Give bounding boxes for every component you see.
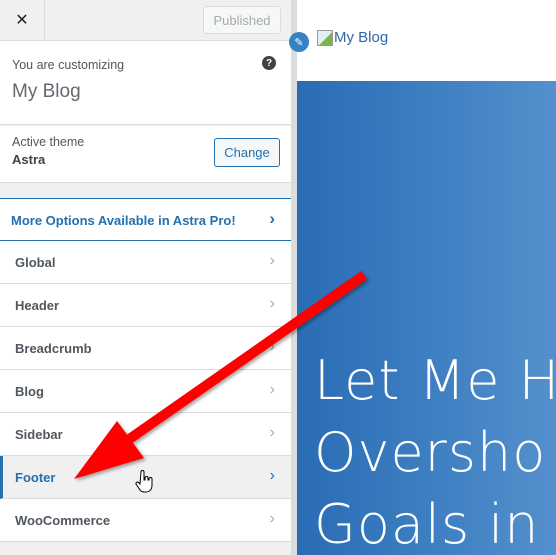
active-theme-section: Active theme Astra Change [0,126,291,183]
customizer-window: ✕ Published You are customizing My Blog … [0,0,556,555]
section-item-label: Sidebar [15,427,63,442]
section-item-label: Footer [15,470,56,485]
active-theme-label: Active theme [12,135,85,149]
chevron-right-icon: › [269,510,275,527]
section-item-woocommerce[interactable]: WooCommerce › [0,499,291,542]
hand-pointer-cursor-icon [135,470,153,493]
broken-image-icon [317,29,333,46]
section-item-blog[interactable]: Blog › [0,370,291,413]
hero-heading-line: Oversho [314,421,547,484]
astra-pro-promo-link[interactable]: More Options Available in Astra Pro! › [0,198,291,241]
promo-label: More Options Available in Astra Pro! [11,213,236,228]
chevron-right-icon: › [269,381,275,398]
close-customizer-button[interactable]: ✕ [0,0,45,40]
customizing-info: You are customizing My Blog ? [0,41,291,125]
close-icon: ✕ [15,12,29,29]
help-icon[interactable]: ? [262,56,276,70]
section-item-breadcrumb[interactable]: Breadcrumb › [0,327,291,370]
site-logo-link[interactable]: My Blog [317,29,388,46]
chevron-right-icon: › [269,209,275,228]
site-preview: ✎ My Blog Let Me H Oversho Goals in [289,0,556,555]
logo-alt-text: My Blog [334,29,389,46]
section-item-header[interactable]: Header › [0,284,291,327]
section-item-sidebar[interactable]: Sidebar › [0,413,291,456]
chevron-right-icon: › [269,424,275,441]
section-item-global[interactable]: Global › [0,241,291,284]
chevron-right-icon: › [269,467,275,484]
chevron-right-icon: › [269,338,275,355]
active-theme-name: Astra [12,152,46,167]
hero-heading-line: Let Me H [314,349,556,412]
section-item-label: WooCommerce [15,513,111,528]
customizing-label: You are customizing [12,58,125,72]
change-theme-button[interactable]: Change [214,138,280,167]
section-item-label: Blog [15,384,44,399]
hero-section: Let Me H Oversho Goals in [297,81,556,555]
section-item-label: Breadcrumb [15,341,92,356]
chevron-right-icon: › [269,295,275,312]
site-title: My Blog [12,81,81,102]
section-item-label: Header [15,298,60,313]
edit-shortcut-icon[interactable]: ✎ [289,32,309,52]
chevron-right-icon: › [269,252,275,269]
published-button[interactable]: Published [203,6,281,34]
preview-site-header: ✎ My Blog [289,0,556,81]
customizer-header: ✕ Published [0,0,291,41]
hero-heading-line: Goals in [314,493,540,555]
section-item-label: Global [15,255,56,270]
